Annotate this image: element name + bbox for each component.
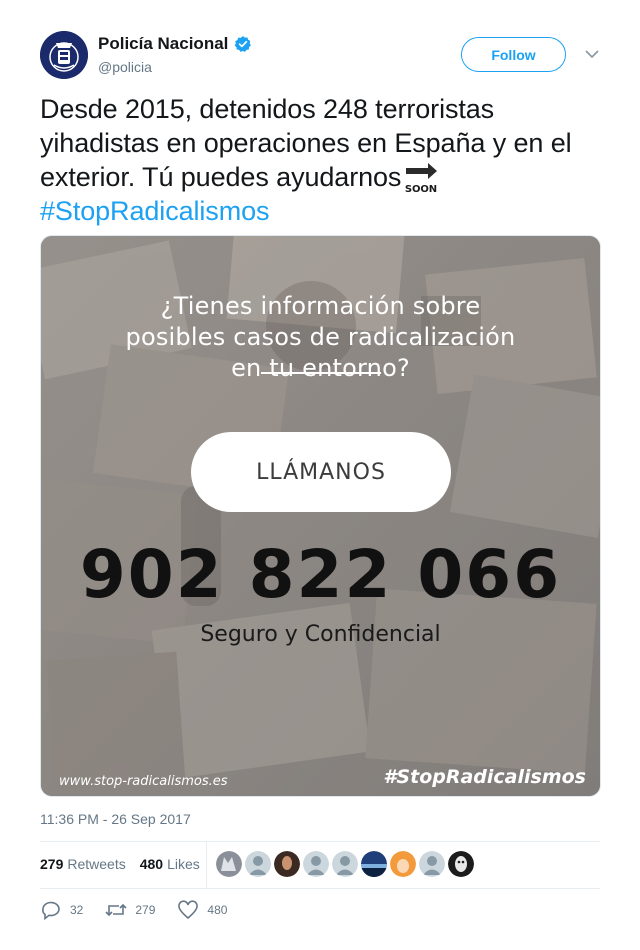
liker-avatar-default-icon[interactable] [303, 851, 329, 877]
retweets-label: Retweets [67, 856, 126, 872]
likes-label: Likes [167, 856, 200, 872]
media-website: www.stop-radicalismos.es [59, 774, 228, 789]
author-avatar[interactable] [40, 31, 88, 79]
reply-icon [42, 901, 60, 920]
heart-icon [178, 900, 199, 920]
liker-avatar-default-icon[interactable] [245, 851, 271, 877]
stats-separator [206, 842, 207, 888]
reply-count: 32 [70, 903, 84, 917]
tweet-media-image[interactable]: ¿Tienes información sobre posibles casos… [40, 235, 601, 797]
follow-button[interactable]: Follow [461, 37, 566, 72]
reply-action[interactable]: 32 [40, 900, 83, 920]
author-handle[interactable]: @policia [98, 59, 152, 75]
call-us-pill: LLÁMANOS [191, 432, 451, 512]
phone-number: 902 822 066 [79, 536, 562, 613]
hashtag-link[interactable]: #StopRadicalismos [40, 196, 270, 226]
retweet-action[interactable]: 279 [105, 900, 155, 920]
likers-avatars [216, 851, 474, 877]
retweet-icon [105, 903, 127, 917]
secure-confidential-text: Seguro y Confidencial [200, 622, 441, 647]
liker-avatar-anime-icon[interactable] [390, 851, 416, 877]
chevron-down-icon[interactable] [585, 49, 599, 59]
retweets-stat[interactable]: 279 Retweets [40, 856, 126, 872]
like-action[interactable]: 480 [177, 900, 227, 920]
like-count: 480 [207, 903, 228, 917]
liker-avatar-default-icon[interactable] [332, 851, 358, 877]
retweet-count: 279 [135, 903, 156, 917]
liker-avatar-woman-icon[interactable] [274, 851, 300, 877]
media-question: ¿Tienes información sobre posibles casos… [125, 292, 516, 382]
soon-arrow-icon: SOON [405, 163, 438, 194]
divider-top [40, 841, 600, 842]
tweet-text: Desde 2015, detenidos 248 terroristas yi… [40, 92, 605, 228]
tweet-actions: 32 279 480 [40, 900, 249, 920]
author-name[interactable]: Policía Nacional [98, 34, 252, 54]
media-divider [261, 372, 381, 374]
author-name-text[interactable]: Policía Nacional [98, 34, 228, 54]
liker-avatar-landscape-icon[interactable] [361, 851, 387, 877]
likes-count: 480 [139, 856, 164, 872]
tweet: Policía Nacional @policia Follow Desde 2… [0, 0, 640, 950]
likes-stat[interactable]: 480 Likes [140, 856, 200, 872]
police-shield-logo-icon [40, 31, 88, 79]
verified-badge-icon [235, 36, 252, 52]
liker-avatar-masked-icon[interactable] [448, 851, 474, 877]
liker-avatar-wolf-icon[interactable] [216, 851, 242, 877]
svg-text:SOON: SOON [405, 184, 437, 194]
tweet-stats: 279 Retweets 480 Likes [40, 856, 200, 872]
tweet-body: Desde 2015, detenidos 248 terroristas yi… [40, 94, 572, 192]
divider-bottom [40, 888, 600, 889]
retweets-count: 279 [40, 856, 64, 872]
tweet-timestamp[interactable]: 11:36 PM - 26 Sep 2017 [40, 811, 191, 827]
media-hashtag: #StopRadicalismos [383, 766, 586, 788]
liker-avatar-default-icon[interactable] [419, 851, 445, 877]
